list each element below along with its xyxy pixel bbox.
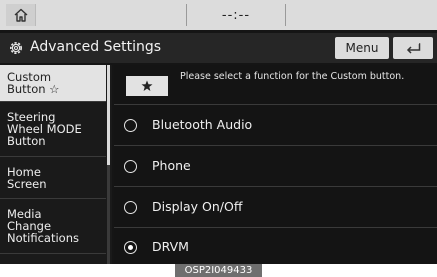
image-caption: OSP2I049433 — [0, 264, 437, 277]
radio-button[interactable] — [124, 160, 137, 173]
option-phone[interactable]: Phone — [114, 146, 437, 187]
screen: --:-- Advanced Settings Menu Custom Butt… — [0, 0, 437, 264]
info-row: Please select a function for the Custom … — [114, 65, 437, 105]
home-icon — [14, 8, 27, 22]
option-drvm[interactable]: DRVM — [114, 228, 437, 264]
sidebar-item-label: Custom Button ☆ — [7, 70, 60, 96]
option-bluetooth-audio[interactable]: Bluetooth Audio — [114, 105, 437, 146]
radio-button[interactable] — [124, 201, 137, 214]
sidebar-scrollbar[interactable] — [107, 65, 110, 264]
option-label: DRVM — [152, 239, 189, 254]
option-display-on-off[interactable]: Display On/Off — [114, 187, 437, 228]
options-panel: Please select a function for the Custom … — [114, 65, 437, 264]
sidebar-item-steering-wheel-mode-button[interactable]: Steering Wheel MODE Button — [0, 102, 106, 157]
star-icon — [141, 80, 153, 91]
radio-button-selected[interactable] — [124, 241, 137, 254]
info-text: Please select a function for the Custom … — [180, 71, 405, 82]
sidebar-item-media-change-notifications[interactable]: Media Change Notifications — [0, 199, 106, 254]
title-bar: Advanced Settings Menu — [0, 33, 437, 63]
sidebar-item-label: Media Change Notifications — [7, 207, 79, 245]
sidebar-item-label: Home Screen — [7, 164, 47, 191]
back-arrow-icon — [406, 43, 421, 54]
star-button[interactable] — [126, 76, 168, 96]
page-title: Advanced Settings — [30, 39, 162, 55]
status-bar: --:-- — [0, 0, 437, 30]
option-label: Bluetooth Audio — [152, 117, 253, 132]
caption-code: OSP2I049433 — [174, 264, 263, 277]
sidebar-item-home-screen[interactable]: Home Screen — [0, 157, 106, 199]
home-button[interactable] — [6, 4, 36, 26]
back-button[interactable] — [393, 37, 433, 59]
scrollbar-thumb[interactable] — [107, 65, 110, 165]
sidebar: Custom Button ☆ Steering Wheel MODE Butt… — [0, 65, 112, 264]
radio-button[interactable] — [124, 119, 137, 132]
sidebar-item-custom-button[interactable]: Custom Button ☆ — [0, 65, 106, 102]
option-label: Display On/Off — [152, 199, 243, 214]
gear-icon — [10, 42, 22, 54]
sidebar-item-label: Steering Wheel MODE Button — [7, 110, 82, 148]
clock: --:-- — [186, 4, 286, 26]
menu-button[interactable]: Menu — [335, 37, 389, 59]
option-label: Phone — [152, 158, 191, 173]
